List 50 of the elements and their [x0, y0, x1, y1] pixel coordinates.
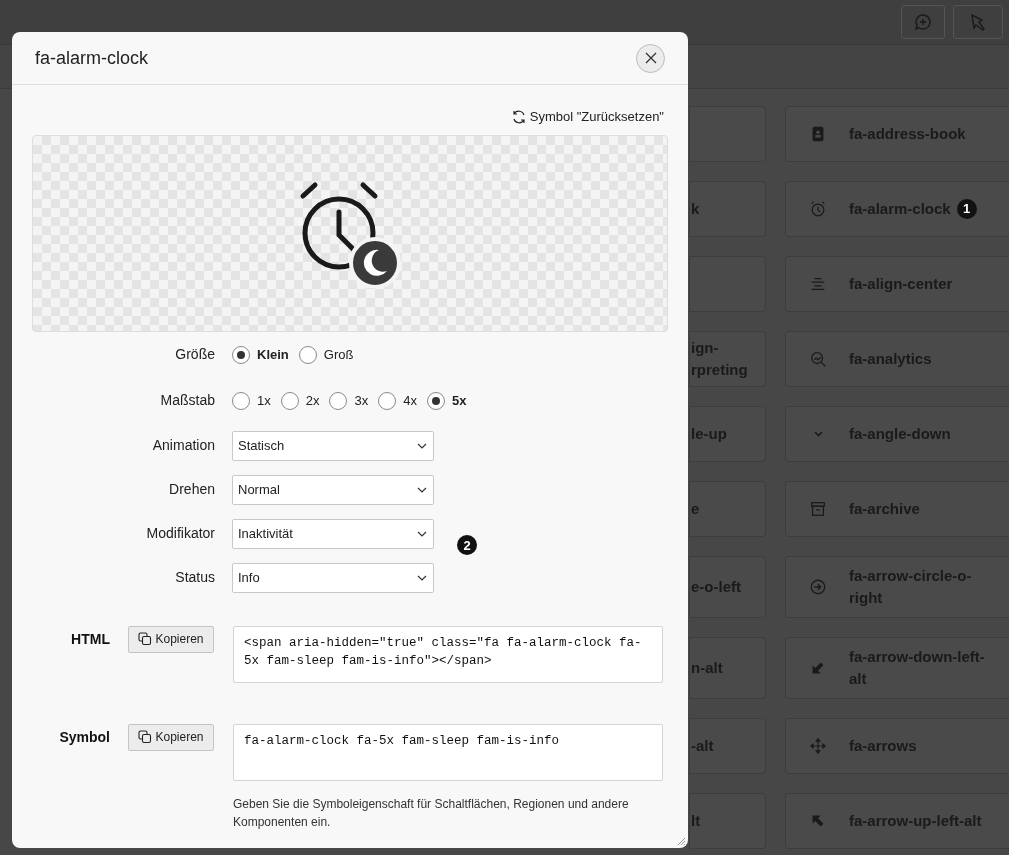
dialog-title: fa-alarm-clock	[35, 46, 149, 70]
chevron-down-icon	[813, 431, 823, 437]
code-field[interactable]: fa-alarm-clock fa-5x fam-sleep fam-is-info	[233, 723, 663, 781]
alarm-clock-icon	[809, 200, 827, 218]
radio-button[interactable]	[426, 391, 445, 410]
copy-button[interactable]: Kopieren	[128, 723, 214, 751]
output-label: HTML	[70, 629, 110, 649]
help-text: Geben Sie die Symboleigenschaft für Schaltflächen, Regionen und andere Komponenten ein.	[233, 795, 630, 831]
radio-button[interactable]	[232, 391, 250, 410]
output-label: Symbol	[58, 727, 110, 747]
callout-badge: 1	[956, 199, 977, 219]
field-label: Größe	[174, 345, 215, 364]
field-label: Modifikator	[145, 524, 215, 543]
radio-button[interactable]	[232, 345, 250, 364]
dropdown[interactable]: Info	[232, 562, 434, 593]
reset-link[interactable]: Symbol "Zurücksetzen"	[510, 107, 664, 127]
radio-label: Groß	[323, 345, 354, 364]
archive-icon	[809, 500, 827, 518]
close-icon	[644, 52, 657, 64]
radio-label: 2x	[305, 391, 320, 410]
field-label: Status	[174, 568, 215, 587]
resize-handle-icon[interactable]	[676, 836, 686, 846]
copy-button[interactable]: Kopieren	[128, 625, 214, 653]
radio-label: 3x	[354, 391, 369, 410]
radio-button[interactable]	[298, 345, 317, 364]
radio-button[interactable]	[280, 391, 299, 410]
radio-label: 1x	[257, 391, 271, 410]
field-label: Drehen	[168, 480, 215, 499]
field-label: Maßstab	[159, 391, 215, 410]
radio-button[interactable]	[378, 391, 397, 410]
arrow-circle-icon	[809, 578, 827, 596]
dropdown[interactable]: Inaktivität	[232, 518, 434, 549]
radio-label: 4x	[403, 391, 417, 410]
callout-badge: 2	[457, 535, 477, 556]
copy-icon	[138, 632, 153, 646]
dropdown[interactable]: Normal	[232, 474, 434, 505]
chat-plus-icon	[913, 12, 933, 32]
magnifier-chart-icon	[809, 350, 827, 368]
radio-button[interactable]	[329, 391, 348, 410]
radio-label: 5x	[451, 391, 467, 410]
refresh-icon	[510, 108, 527, 125]
copy-icon	[138, 730, 153, 744]
field-label: Animation	[151, 436, 215, 455]
radio-label: Klein	[257, 345, 289, 364]
dropdown[interactable]: Statisch	[232, 430, 434, 461]
comment-add-button[interactable]	[901, 5, 945, 39]
align-center-icon	[809, 275, 827, 293]
close-button[interactable]	[636, 43, 665, 73]
code-field[interactable]: <span aria-hidden="true" class="fa fa-alarm-clock fa-5x fam-sleep fam-is-info"></span>	[233, 625, 663, 683]
move-arrows-icon	[809, 737, 827, 755]
